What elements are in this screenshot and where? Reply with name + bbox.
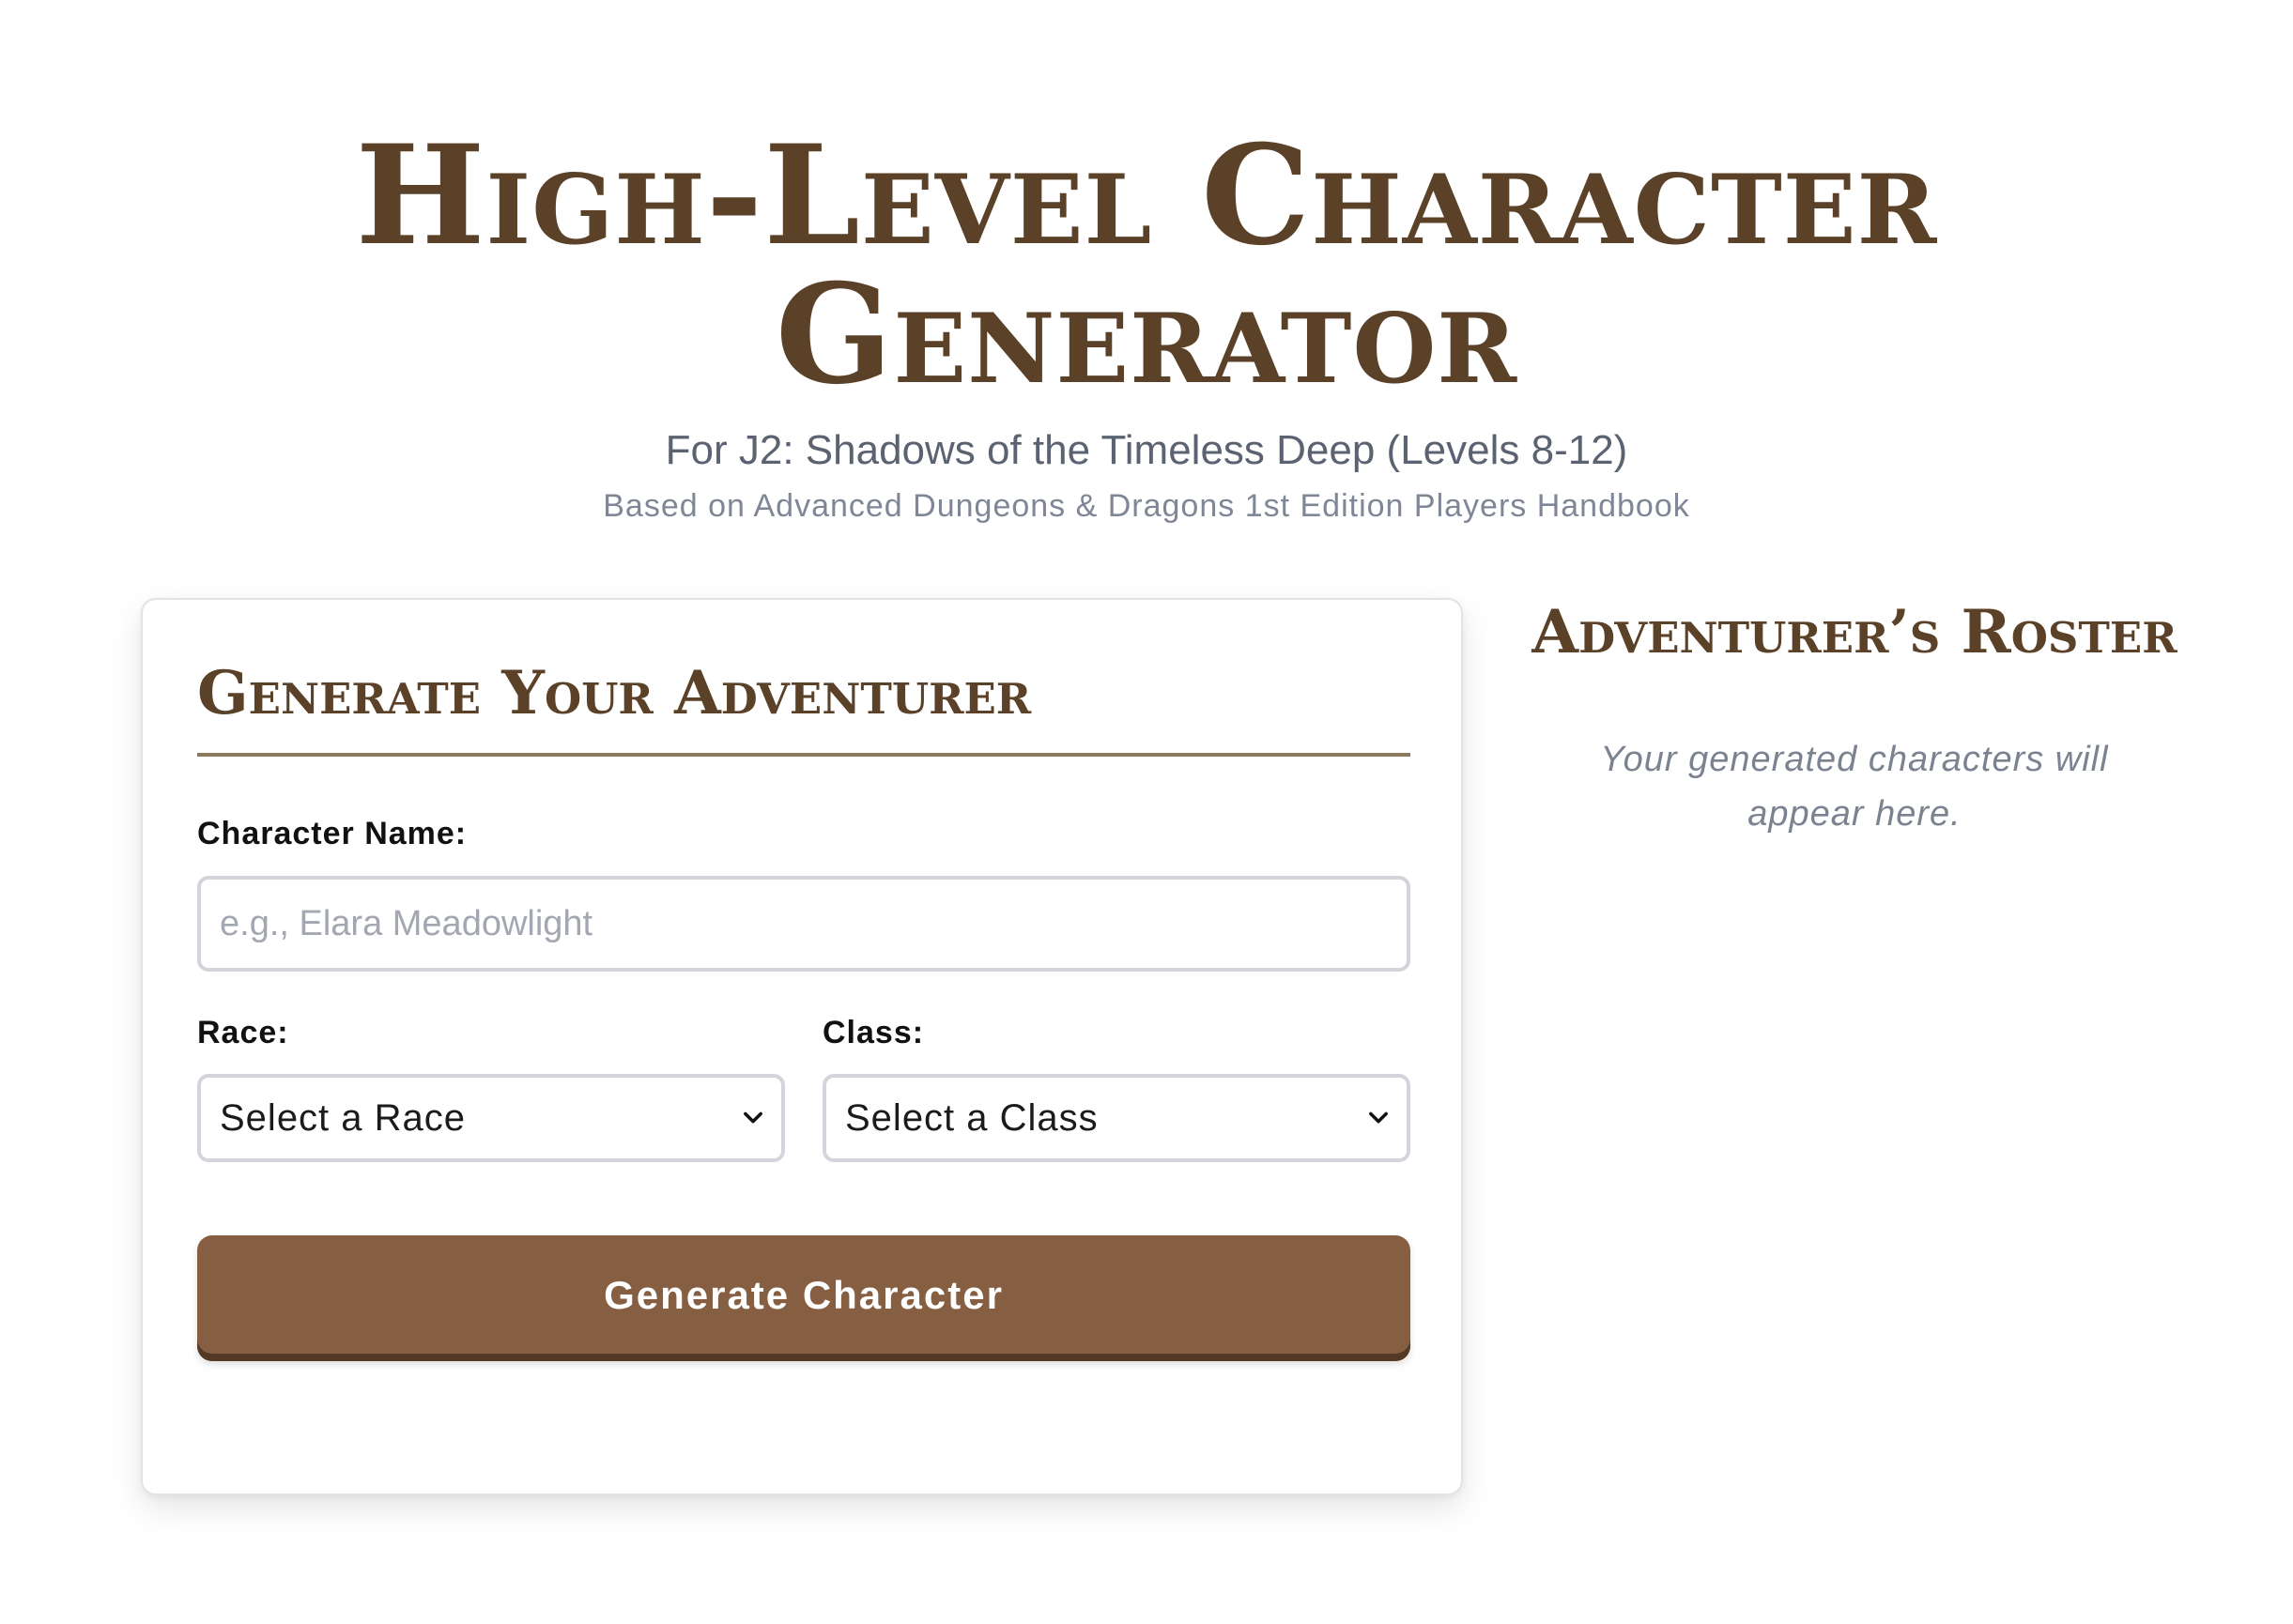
race-label: Race:: [197, 1015, 289, 1050]
race-select[interactable]: Select a Race: [197, 1074, 785, 1162]
page: High-Level Character Generator For J2: S…: [0, 0, 2293, 1624]
class-select[interactable]: Select a Class: [823, 1074, 1410, 1162]
roster-title: Adventurer’s Roster: [1531, 597, 2178, 667]
page-subtitle: For J2: Shadows of the Timeless Deep (Le…: [665, 427, 1628, 473]
character-name-label: Character Name:: [197, 816, 468, 851]
class-label: Class:: [823, 1015, 925, 1050]
character-name-input[interactable]: [197, 876, 1410, 972]
chevron-down-icon: [744, 1111, 762, 1124]
title-divider: [197, 753, 1410, 757]
generator-title: Generate Your Adventurer: [197, 658, 1032, 728]
roster-empty-message: Your generated characters will appear he…: [1600, 740, 2109, 834]
generate-character-button[interactable]: Generate Character: [197, 1235, 1410, 1361]
source-note: Based on Advanced Dungeons & Dragons 1st…: [603, 488, 1690, 524]
class-select-value: Select a Class: [845, 1097, 1099, 1139]
page-title: High-Level Character Generator: [355, 115, 1938, 415]
chevron-down-icon: [1369, 1111, 1388, 1124]
generator-card: Generate Your Adventurer Character Name:…: [141, 598, 1463, 1495]
race-select-value: Select a Race: [220, 1097, 467, 1139]
